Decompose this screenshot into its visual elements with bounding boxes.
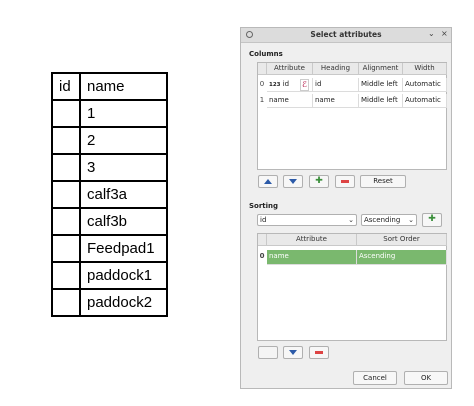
table-row: 1 bbox=[51, 99, 168, 128]
number-type-icon: 123 bbox=[269, 82, 281, 88]
table-row: calf3a bbox=[51, 180, 168, 209]
sort-order-cell[interactable]: Ascending bbox=[357, 250, 447, 265]
minus-icon bbox=[315, 351, 323, 354]
remove-sort-button[interactable] bbox=[309, 346, 329, 359]
id-cell bbox=[51, 153, 81, 182]
col-header-heading[interactable]: Heading bbox=[313, 63, 359, 75]
sort-field-combo[interactable]: id ⌄ bbox=[257, 214, 357, 226]
sort-order-value: Ascending bbox=[364, 216, 401, 224]
plus-icon: ✚ bbox=[428, 214, 436, 224]
sort-header-order[interactable]: Sort Order bbox=[357, 234, 447, 246]
move-down-button[interactable] bbox=[283, 175, 303, 188]
col-header-width[interactable]: Width bbox=[403, 63, 447, 75]
table-row: paddock2 bbox=[51, 288, 168, 317]
reset-button[interactable]: Reset bbox=[360, 175, 406, 188]
alignment-cell[interactable]: Middle left bbox=[359, 78, 403, 92]
name-cell: 2 bbox=[79, 126, 168, 155]
name-cell: 1 bbox=[79, 99, 168, 128]
id-cell bbox=[51, 288, 81, 317]
columns-grid[interactable]: Attribute Heading Alignment Width 0 123 … bbox=[257, 62, 447, 170]
attribute-value: id bbox=[282, 80, 290, 88]
add-column-button[interactable]: ✚ bbox=[309, 175, 329, 188]
cancel-button[interactable]: Cancel bbox=[353, 371, 397, 385]
name-cell: 3 bbox=[79, 153, 168, 182]
dialog-titlebar: Select attributes ⌄ × bbox=[241, 28, 451, 43]
header-id: id bbox=[51, 72, 81, 101]
name-cell: Feedpad1 bbox=[79, 234, 168, 263]
grid-corner bbox=[258, 234, 267, 246]
heading-cell[interactable]: name bbox=[313, 94, 359, 108]
name-cell: paddock2 bbox=[79, 288, 168, 317]
row-number: 0 bbox=[259, 80, 265, 88]
width-cell[interactable]: Automatic bbox=[403, 94, 447, 108]
table-row: 3 bbox=[51, 153, 168, 182]
table-row: paddock1 bbox=[51, 261, 168, 290]
table-row: 2 bbox=[51, 126, 168, 155]
sorting-section-label: Sorting bbox=[249, 202, 279, 210]
id-cell bbox=[51, 126, 81, 155]
sort-field-value: id bbox=[260, 216, 267, 224]
columns-section-label: Columns bbox=[249, 50, 283, 58]
arrow-down-icon bbox=[289, 350, 297, 355]
alignment-cell[interactable]: Middle left bbox=[359, 94, 403, 108]
id-cell bbox=[51, 234, 81, 263]
name-cell: paddock1 bbox=[79, 261, 168, 290]
dialog-title: Select attributes bbox=[310, 30, 382, 39]
sort-order-combo[interactable]: Ascending ⌄ bbox=[361, 214, 417, 226]
expression-icon[interactable]: ℰ bbox=[300, 79, 309, 91]
add-sort-button[interactable]: ✚ bbox=[422, 213, 442, 227]
arrow-up-icon bbox=[264, 179, 272, 184]
attribute-cell[interactable]: name bbox=[267, 94, 313, 108]
arrow-down-icon bbox=[289, 179, 297, 184]
table-row: Feedpad1 bbox=[51, 234, 168, 263]
table-row: calf3b bbox=[51, 207, 168, 236]
sorting-grid[interactable]: Attribute Sort Order 0 name Ascending bbox=[257, 233, 447, 341]
row-number: 0 bbox=[259, 252, 265, 260]
id-cell bbox=[51, 261, 81, 290]
minus-icon bbox=[341, 180, 349, 183]
name-cell: calf3b bbox=[79, 207, 168, 236]
header-name: name bbox=[79, 72, 168, 101]
close-icon[interactable]: × bbox=[441, 29, 448, 38]
plus-icon: ✚ bbox=[315, 176, 323, 186]
chevron-down-icon: ⌄ bbox=[408, 216, 414, 224]
move-up-button[interactable] bbox=[258, 175, 278, 188]
width-cell[interactable]: Automatic bbox=[403, 78, 447, 92]
name-cell: calf3a bbox=[79, 180, 168, 209]
id-cell bbox=[51, 207, 81, 236]
heading-cell[interactable]: id bbox=[313, 78, 359, 92]
col-header-alignment[interactable]: Alignment bbox=[359, 63, 403, 75]
sort-attribute-cell[interactable]: name bbox=[267, 250, 357, 265]
sort-move-down-button[interactable] bbox=[283, 346, 303, 359]
chevron-down-icon: ⌄ bbox=[348, 216, 354, 224]
select-attributes-dialog: Select attributes ⌄ × Columns Attribute … bbox=[240, 27, 452, 389]
id-cell bbox=[51, 180, 81, 209]
col-header-attribute[interactable]: Attribute bbox=[267, 63, 313, 75]
remove-column-button[interactable] bbox=[335, 175, 355, 188]
sort-move-up-button[interactable] bbox=[258, 346, 278, 359]
sort-header-attribute[interactable]: Attribute bbox=[267, 234, 357, 246]
ok-button[interactable]: OK bbox=[404, 371, 448, 385]
table-header-row: id name bbox=[51, 72, 168, 101]
id-cell bbox=[51, 99, 81, 128]
minimize-icon[interactable]: ⌄ bbox=[428, 29, 435, 38]
attribute-table: id name 1 2 3 calf3a calf3b Feedpad1 pad… bbox=[51, 72, 168, 317]
row-number: 1 bbox=[259, 96, 265, 104]
attribute-cell[interactable]: 123 id ℰ bbox=[267, 78, 313, 92]
grid-corner bbox=[258, 63, 267, 75]
